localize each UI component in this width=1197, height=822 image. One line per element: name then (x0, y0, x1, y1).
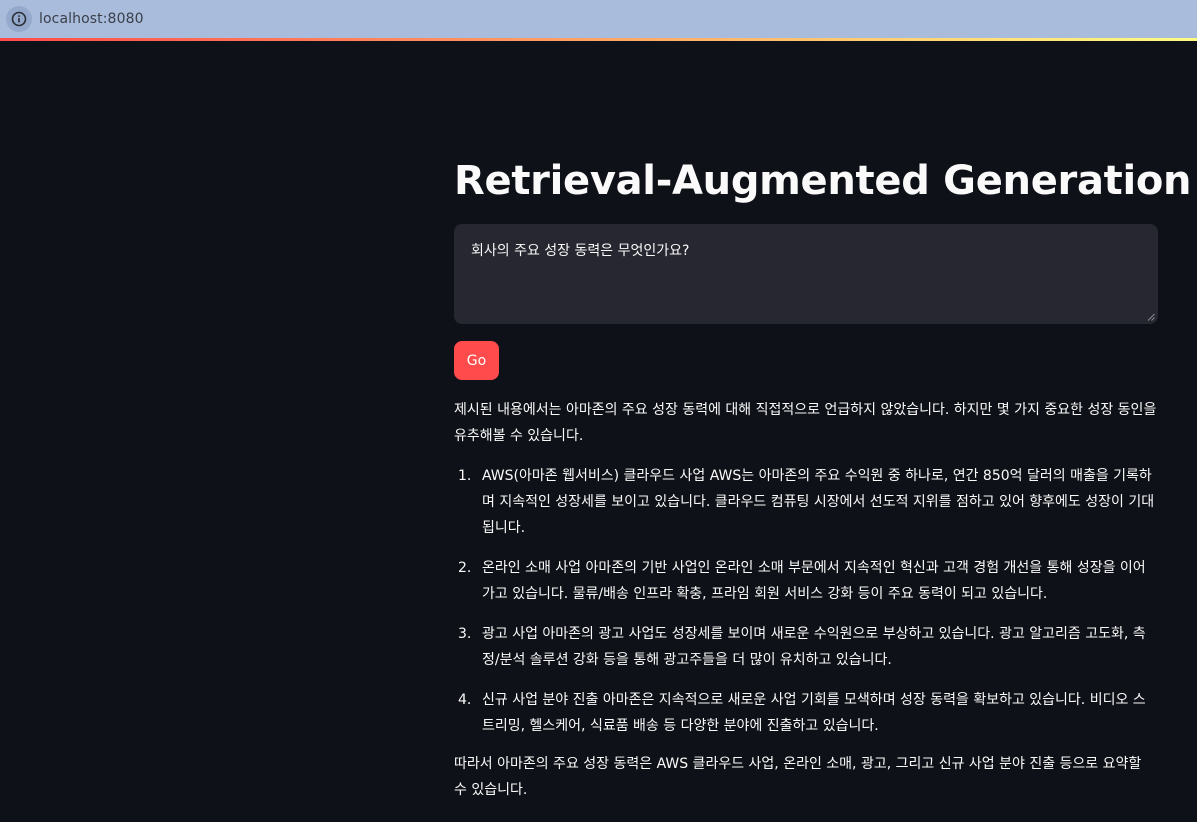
list-item-text: 온라인 소매 사업 아마존의 기반 사업인 온라인 소매 부문에서 지속적인 혁… (482, 560, 1146, 602)
list-item-number: 3. (458, 626, 472, 642)
resize-handle-icon[interactable] (1147, 313, 1155, 321)
list-item-number: 1. (458, 468, 472, 484)
answer-outro: 따라서 아마존의 주요 성장 동력은 AWS 클라우드 사업, 온라인 소매, … (454, 756, 1142, 798)
go-button[interactable]: Go (454, 341, 499, 380)
list-item: 1. AWS(아마존 웹서비스) 클라우드 사업 AWS는 아마존의 주요 수익… (454, 463, 1158, 541)
list-item-number: 4. (458, 692, 472, 708)
browser-address-bar: localhost:8080 (0, 0, 1197, 38)
answer-list: 1. AWS(아마존 웹서비스) 클라우드 사업 AWS는 아마존의 주요 수익… (454, 463, 1158, 739)
list-item-number: 2. (458, 560, 472, 576)
list-item-text: 신규 사업 분야 진출 아마존은 지속적으로 새로운 사업 기회를 모색하며 성… (482, 692, 1146, 734)
info-icon[interactable] (6, 6, 32, 32)
list-item-text: 광고 사업 아마존의 광고 사업도 성장세를 보이며 새로운 수익원으로 부상하… (482, 626, 1146, 668)
page-title: Retrieval-Augmented Generation (454, 158, 1192, 204)
url-text[interactable]: localhost:8080 (39, 11, 144, 27)
list-item: 2. 온라인 소매 사업 아마존의 기반 사업인 온라인 소매 부문에서 지속적… (454, 555, 1158, 607)
info-glyph (11, 11, 27, 27)
list-item-text: AWS(아마존 웹서비스) 클라우드 사업 AWS는 아마존의 주요 수익원 중… (482, 468, 1155, 536)
question-input-container (454, 224, 1158, 324)
answer-output: 제시된 내용에서는 아마존의 주요 성장 동력에 대해 직접적으로 언급하지 않… (454, 397, 1158, 803)
list-item: 4. 신규 사업 분야 진출 아마존은 지속적으로 새로운 사업 기회를 모색하… (454, 687, 1158, 739)
app-container: Retrieval-Augmented Generation Go 제시된 내용… (0, 41, 1197, 822)
list-item: 3. 광고 사업 아마존의 광고 사업도 성장세를 보이며 새로운 수익원으로 … (454, 621, 1158, 673)
question-textarea[interactable] (454, 224, 1158, 324)
answer-intro: 제시된 내용에서는 아마존의 주요 성장 동력에 대해 직접적으로 언급하지 않… (454, 402, 1157, 444)
